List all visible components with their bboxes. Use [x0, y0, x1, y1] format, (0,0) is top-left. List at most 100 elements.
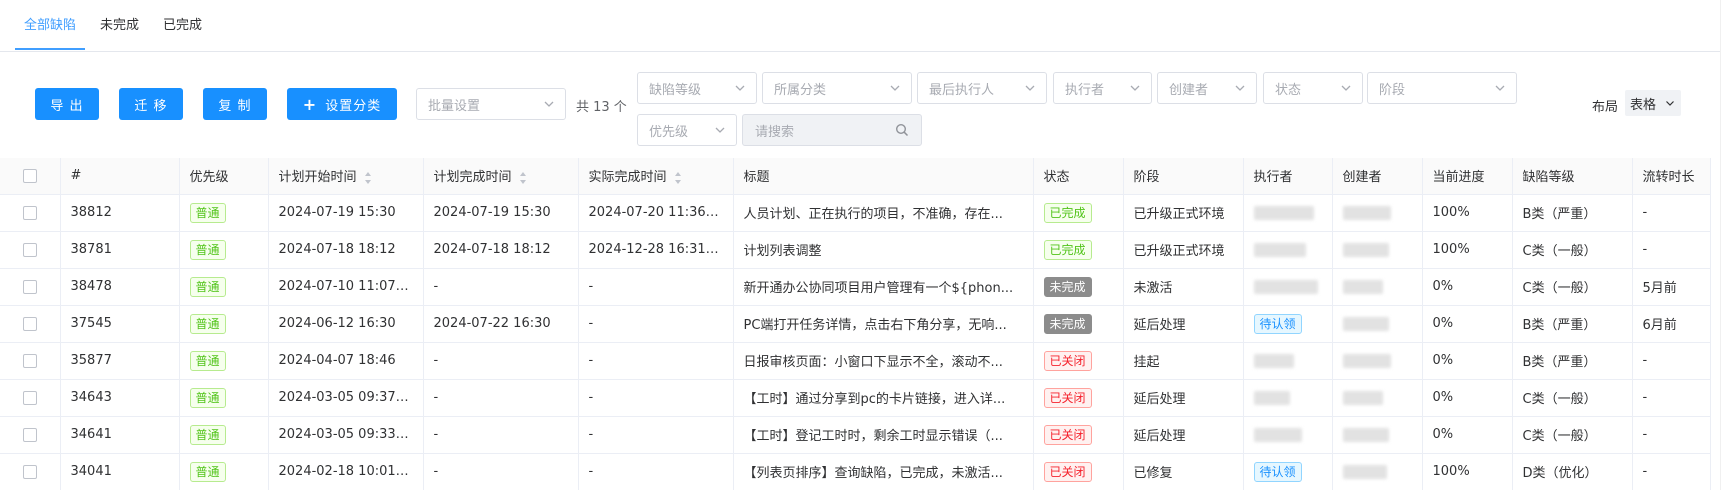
table-row[interactable]: 38812 普通 2024-07-19 15:30 2024-07-19 15:30 2…	[0, 194, 1711, 232]
title-cell[interactable]: 计划列表调整	[733, 231, 1034, 269]
col-header-executor: 执行者	[1243, 158, 1333, 195]
defect-level-cell: C类（一般）	[1512, 416, 1633, 454]
row-checkbox[interactable]	[22, 279, 37, 294]
avatar	[1253, 205, 1314, 220]
row-checkbox[interactable]	[22, 353, 37, 368]
category-filter[interactable]: 所属分类	[762, 72, 912, 104]
plan-end-cell: -	[423, 268, 579, 306]
table-row[interactable]: 38781 普通 2024-07-18 18:12 2024-07-18 18:12 2…	[0, 231, 1711, 269]
priority-filter[interactable]: 优先级	[637, 114, 737, 146]
duration-cell: -	[1632, 342, 1711, 380]
copy-button[interactable]: 复 制	[203, 88, 267, 120]
defect-level-cell: B类（严重）	[1512, 305, 1633, 343]
id-cell: 34643	[60, 379, 180, 417]
col-header-plan-end[interactable]: 计划完成时间	[423, 158, 579, 195]
migrate-button[interactable]: 迁 移	[119, 88, 183, 120]
set-category-button[interactable]: + 设置分类	[287, 88, 397, 120]
layout-select[interactable]: 表格	[1625, 90, 1681, 116]
sort-icon[interactable]	[674, 171, 682, 184]
id-cell: 34041	[60, 453, 180, 490]
export-button[interactable]: 导 出	[35, 88, 99, 120]
executor-filter[interactable]: 执行者	[1053, 72, 1152, 104]
col-header-defect-level: 缺陷等级	[1512, 158, 1633, 195]
tab-incomplete[interactable]: 未完成	[100, 14, 139, 50]
defects-table: # 优先级 计划开始时间 计划完成时间 实际完成时间 标题 状态 阶段 执行者 …	[0, 158, 1711, 490]
stage-cell: 已修复	[1123, 453, 1244, 490]
priority-cell: 普通	[179, 453, 269, 490]
scrollbar-track[interactable]	[1720, 0, 1730, 490]
table-header-row: # 优先级 计划开始时间 计划完成时间 实际完成时间 标题 状态 阶段 执行者 …	[0, 158, 1711, 195]
stage-filter[interactable]: 阶段	[1367, 72, 1517, 104]
id-cell: 38478	[60, 268, 180, 306]
row-checkbox[interactable]	[22, 242, 37, 257]
row-checkbox[interactable]	[22, 390, 37, 405]
defect-level-cell: C类（一般）	[1512, 379, 1633, 417]
creator-cell	[1332, 194, 1423, 232]
progress-cell: 100%	[1422, 231, 1513, 269]
executor-tag: 待认领	[1253, 461, 1302, 482]
plan-start-cell: 2024-04-07 18:46	[268, 342, 424, 380]
batch-settings-select[interactable]: 批量设置	[416, 88, 566, 120]
row-select-cell	[0, 231, 61, 269]
title-cell[interactable]: 【工时】通过分享到pc的卡片链接，进入详...	[733, 379, 1034, 417]
col-header-plan-start[interactable]: 计划开始时间	[268, 158, 424, 195]
table-row[interactable]: 34641 普通 2024-03-05 09:33:34- - 【工时】登记工时时，剩余…	[0, 416, 1711, 454]
title-cell[interactable]: 【列表页排序】查询缺陷，已完成，未激活...	[733, 453, 1034, 490]
row-select-cell	[0, 342, 61, 380]
tab-completed[interactable]: 已完成	[163, 14, 202, 50]
sort-icon[interactable]	[364, 171, 372, 184]
row-select-cell	[0, 453, 61, 490]
table-row[interactable]: 37545 普通 2024-06-12 16:30 2024-07-22 16:30-…	[0, 305, 1711, 343]
title-cell[interactable]: 【工时】登记工时时，剩余工时显示错误（...	[733, 416, 1034, 454]
row-select-cell	[0, 416, 61, 454]
duration-cell: -	[1632, 416, 1711, 454]
creator-filter[interactable]: 创建者	[1157, 72, 1257, 104]
col-header-actual-end[interactable]: 实际完成时间	[578, 158, 734, 195]
chevron-down-icon	[1023, 81, 1037, 95]
priority-tag: 普通	[189, 313, 226, 334]
sort-icon[interactable]	[519, 171, 527, 184]
actual-end-cell: -	[578, 379, 734, 417]
avatar	[1342, 279, 1383, 294]
table-row[interactable]: 35877 普通 2024-04-07 18:46- - 日报审核页面：小窗口下显示不全…	[0, 342, 1711, 380]
stage-cell: 已升级正式环境	[1123, 231, 1244, 269]
stage-cell: 延后处理	[1123, 379, 1244, 417]
chevron-down-icon	[888, 81, 902, 95]
title-cell[interactable]: 新开通办公协同项目用户管理有一个${phon...	[733, 268, 1034, 306]
plan-start-cell: 2024-07-18 18:12	[268, 231, 424, 269]
status-filter[interactable]: 状态	[1263, 72, 1363, 104]
last-executor-filter[interactable]: 最后执行人	[917, 72, 1047, 104]
priority-placeholder: 优先级	[649, 124, 689, 140]
row-checkbox[interactable]	[22, 427, 37, 442]
row-checkbox[interactable]	[22, 316, 37, 331]
table-row[interactable]: 34041 普通 2024-02-18 10:01:19- - 【列表页排序】查询缺陷，…	[0, 453, 1711, 490]
avatar	[1253, 353, 1294, 368]
avatar	[1253, 279, 1318, 294]
avatar	[1342, 390, 1383, 405]
search-input[interactable]: 请搜索	[742, 114, 922, 146]
title-cell[interactable]: 日报审核页面：小窗口下显示不全，滚动不...	[733, 342, 1034, 380]
executor-cell	[1243, 194, 1333, 232]
title-cell[interactable]: 人员计划、正在执行的项目，不准确，存在...	[733, 194, 1034, 232]
table-body: 38812 普通 2024-07-19 15:30 2024-07-19 15:30 2…	[0, 194, 1711, 490]
row-checkbox[interactable]	[22, 464, 37, 479]
status-badge: 已完成	[1043, 202, 1092, 223]
title-cell[interactable]: PC端打开任务详情，点击右下角分享，无响...	[733, 305, 1034, 343]
priority-cell: 普通	[179, 268, 269, 306]
table-row[interactable]: 38478 普通 2024-07-10 11:07:50- - 新开通办公协同项目用户管…	[0, 268, 1711, 306]
stage-cell: 未激活	[1123, 268, 1244, 306]
creator-cell	[1332, 453, 1423, 490]
export-label: 导 出	[50, 98, 84, 114]
search-icon[interactable]	[895, 123, 909, 137]
chevron-down-icon	[1233, 81, 1247, 95]
actual-end-cell: 2024-12-28 16:31:36	[578, 231, 734, 269]
select-all-checkbox[interactable]	[22, 168, 37, 183]
chevron-down-icon	[1493, 81, 1507, 95]
layout-value: 表格	[1630, 97, 1657, 113]
tab-all-defects[interactable]: 全部缺陷	[24, 14, 76, 50]
table-row[interactable]: 34643 普通 2024-03-05 09:37:26- - 【工时】通过分享到pc的…	[0, 379, 1711, 417]
plus-icon: +	[302, 94, 318, 114]
row-checkbox[interactable]	[22, 205, 37, 220]
defect-level-filter[interactable]: 缺陷等级	[637, 72, 757, 104]
priority-cell: 普通	[179, 231, 269, 269]
